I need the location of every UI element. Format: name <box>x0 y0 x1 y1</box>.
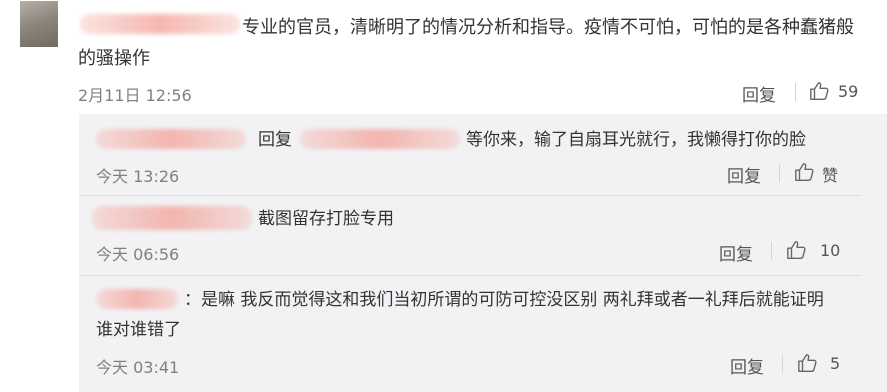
blurred-username[interactable] <box>92 206 252 230</box>
reply-button[interactable]: 回复 <box>730 353 764 378</box>
reply-button[interactable]: 回复 <box>742 81 776 106</box>
action-separator <box>771 242 772 260</box>
reply-button[interactable]: 回复 <box>727 162 761 187</box>
blurred-username[interactable] <box>300 129 460 149</box>
like-count: 59 <box>838 82 859 101</box>
reply-text: ：是嘛 我反而觉得这和我们当初所谓的可防可控没区别 两礼拜或者一礼拜后就能证明谁… <box>96 290 824 340</box>
reply-divider <box>79 275 862 276</box>
reply-text: 截图留存打脸专用 <box>258 209 394 229</box>
thumbs-up-icon[interactable] <box>797 352 819 374</box>
reply-button[interactable]: 回复 <box>719 240 753 265</box>
thumbs-up-icon[interactable] <box>809 80 831 102</box>
like-count: 5 <box>830 354 841 373</box>
thumbs-up-icon[interactable] <box>786 239 808 261</box>
action-separator <box>779 164 780 182</box>
reply-timestamp: 今天 06:56 <box>96 245 180 264</box>
replies-panel <box>79 114 887 392</box>
comment-timestamp: 2月11日 12:56 <box>78 86 192 105</box>
action-separator <box>782 355 783 373</box>
like-label[interactable]: 赞 <box>822 162 838 186</box>
reply-timestamp: 今天 03:41 <box>96 358 180 377</box>
blurred-username[interactable] <box>96 129 246 149</box>
reply-divider <box>79 195 862 196</box>
like-count: 10 <box>820 241 841 260</box>
comment-text: 专业的官员，清晰明了的情况分析和指导。疫情不可怕，可怕的是各种蠢猪般的骚操作 <box>78 17 854 69</box>
comment-thread: 专业的官员，清晰明了的情况分析和指导。疫情不可怕，可怕的是各种蠢猪般的骚操作 2… <box>0 0 887 392</box>
avatar[interactable] <box>20 1 58 47</box>
reply-text: 等你来，输了自扇耳光就行，我懒得打你的脸 <box>466 130 806 150</box>
reply-word[interactable]: 回复 <box>258 125 292 155</box>
action-separator <box>795 83 796 101</box>
thumbs-up-icon[interactable] <box>794 161 816 183</box>
reply-timestamp: 今天 13:26 <box>96 167 180 186</box>
